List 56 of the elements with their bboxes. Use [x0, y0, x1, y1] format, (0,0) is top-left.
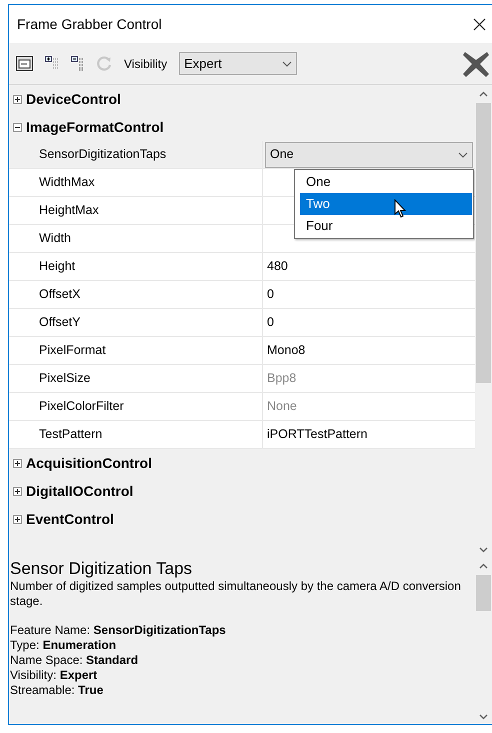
description-title: Sensor Digitization Taps [10, 559, 194, 579]
property-name: SensorDigitizationTaps [39, 146, 166, 164]
property-value: 0 [266, 314, 274, 332]
scrollbar-thumb[interactable] [476, 575, 491, 611]
property-name: OffsetY [39, 314, 80, 332]
property-name: PixelSize [39, 370, 90, 388]
property-value: 0 [266, 286, 274, 304]
collapse-icon[interactable] [13, 122, 22, 132]
feature-info: Visibility: Expert [10, 668, 98, 683]
scrollbar-thumb[interactable] [476, 103, 491, 383]
property-name: TestPattern [39, 426, 102, 444]
dropdown-option[interactable]: Two [300, 193, 472, 215]
group-row[interactable]: EventControl [9, 505, 475, 533]
property-name: Width [39, 230, 71, 248]
visibility-label: Visibility [124, 56, 168, 72]
property-name: Height [39, 258, 76, 276]
chevron-down-icon [458, 152, 468, 158]
group-row[interactable]: DigitalIOControl [9, 477, 475, 505]
close-icon[interactable] [473, 18, 486, 30]
property-name: PixelFormat [39, 342, 106, 360]
feature-info: Name Space: Standard [10, 653, 140, 668]
chevron-down-icon [282, 60, 292, 66]
scroll-down-icon[interactable] [479, 547, 488, 553]
property-name: PixelColorFilter [39, 398, 124, 416]
expand-icon[interactable] [13, 514, 22, 524]
property-value: iPORTTestPattern [266, 426, 368, 444]
cross-icon[interactable] [462, 50, 490, 78]
property-name: OffsetX [39, 286, 80, 304]
expand-icon[interactable] [13, 94, 22, 104]
description-text: Number of digitized samples outputted simultaneously by the camera A/D conversion stage. [10, 579, 462, 609]
feature-info: Type: Enumeration [10, 638, 118, 653]
feature-info: Feature Name: SensorDigitizationTaps [10, 623, 227, 638]
expand-icon[interactable] [13, 486, 22, 496]
mouse-cursor-icon [394, 199, 407, 219]
dropdown-option[interactable]: One [300, 171, 472, 193]
expand-all-icon[interactable] [45, 56, 59, 71]
property-name: HeightMax [39, 202, 99, 220]
scroll-down-icon[interactable] [479, 714, 488, 720]
collapse-all-icon[interactable] [71, 56, 85, 71]
property-value: Bpp8 [266, 370, 296, 388]
visibility-dropdown[interactable]: Expert [179, 52, 298, 75]
group-row[interactable]: AcquisitionControl [9, 449, 475, 477]
property-value: 480 [266, 258, 288, 276]
scroll-up-icon[interactable] [479, 91, 488, 97]
dropdown-option[interactable]: Four [300, 215, 472, 237]
property-value: Mono8 [266, 342, 306, 360]
group-row[interactable]: ImageFormatControl [9, 113, 475, 141]
window-title: Frame Grabber Control [17, 14, 162, 34]
scroll-up-icon[interactable] [479, 563, 488, 569]
property-value: None [266, 398, 297, 416]
group-row[interactable]: DeviceControl [9, 85, 475, 113]
expand-icon[interactable] [13, 458, 22, 468]
window-icon[interactable] [16, 56, 33, 71]
property-dropdown[interactable]: One [265, 142, 473, 168]
feature-info: Streamable: True [10, 683, 104, 698]
property-name: WidthMax [39, 174, 95, 192]
